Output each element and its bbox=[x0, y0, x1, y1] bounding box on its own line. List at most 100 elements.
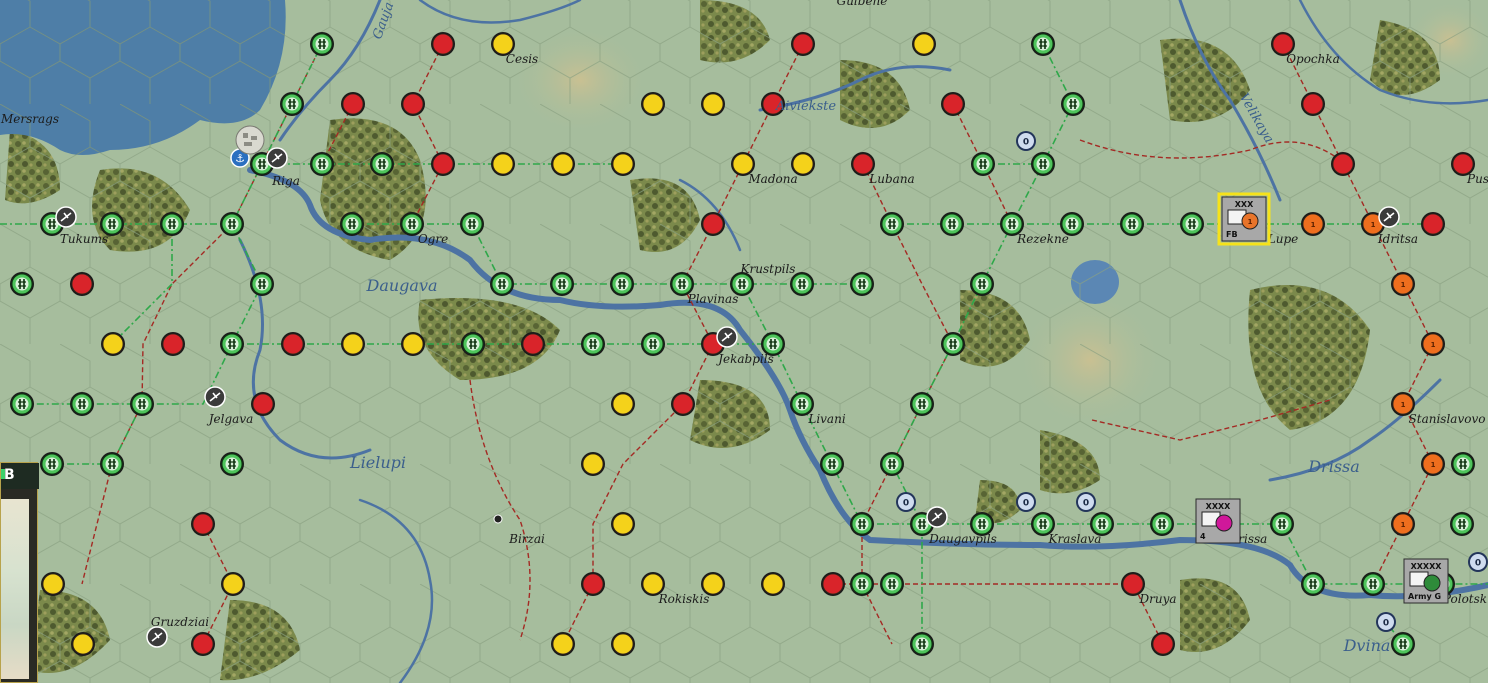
airfield-icon[interactable] bbox=[204, 386, 226, 408]
yellow-city-marker[interactable] bbox=[581, 452, 605, 476]
red-city-marker[interactable] bbox=[281, 332, 305, 356]
rail-station-icon[interactable] bbox=[70, 392, 94, 416]
red-city-marker[interactable] bbox=[191, 512, 215, 536]
red-city-marker[interactable] bbox=[821, 572, 845, 596]
rail-station-icon[interactable] bbox=[880, 212, 904, 236]
airfield-icon[interactable] bbox=[1378, 206, 1400, 228]
red-city-marker[interactable] bbox=[581, 572, 605, 596]
rail-station-icon[interactable] bbox=[940, 212, 964, 236]
yellow-city-marker[interactable] bbox=[912, 32, 936, 56]
yellow-city-marker[interactable] bbox=[101, 332, 125, 356]
supply-count-marker[interactable]: 0 bbox=[1376, 612, 1396, 632]
yellow-city-marker[interactable] bbox=[611, 152, 635, 176]
rail-station-icon[interactable] bbox=[1031, 152, 1055, 176]
rail-station-icon[interactable] bbox=[1061, 92, 1085, 116]
rail-station-icon[interactable] bbox=[460, 212, 484, 236]
supply-count-marker[interactable]: 0 bbox=[896, 492, 916, 512]
hex-map[interactable]: 1 1 1 1 1 1 1 0 0 0 0 0 0 ⚓ Gulbene Cesis Opochka Mers… bbox=[0, 0, 1488, 683]
rail-station-icon[interactable] bbox=[310, 32, 334, 56]
rail-station-icon[interactable] bbox=[971, 152, 995, 176]
rail-station-icon[interactable] bbox=[280, 92, 304, 116]
minimap-view[interactable] bbox=[1, 499, 29, 679]
supply-count-marker[interactable]: 0 bbox=[1016, 131, 1036, 151]
yellow-city-marker[interactable] bbox=[551, 632, 575, 656]
rail-station-icon[interactable] bbox=[820, 452, 844, 476]
red-city-marker[interactable] bbox=[701, 212, 725, 236]
orange-city-marker[interactable]: 1 bbox=[1391, 512, 1415, 536]
red-city-marker[interactable] bbox=[1151, 632, 1175, 656]
red-city-marker[interactable] bbox=[341, 92, 365, 116]
yellow-city-marker[interactable] bbox=[611, 632, 635, 656]
rail-station-icon[interactable] bbox=[1270, 512, 1294, 536]
rail-station-icon[interactable] bbox=[850, 572, 874, 596]
rail-station-icon[interactable] bbox=[340, 212, 364, 236]
airfield-icon[interactable] bbox=[55, 206, 77, 228]
rail-station-icon[interactable] bbox=[40, 452, 64, 476]
orange-city-marker[interactable]: 1 bbox=[1421, 332, 1445, 356]
red-city-marker[interactable] bbox=[431, 32, 455, 56]
airfield-icon[interactable] bbox=[716, 326, 738, 348]
rail-station-icon[interactable] bbox=[850, 272, 874, 296]
rail-station-icon[interactable] bbox=[581, 332, 605, 356]
yellow-city-marker[interactable] bbox=[341, 332, 365, 356]
orange-city-marker[interactable]: 1 bbox=[1301, 212, 1325, 236]
rail-station-icon[interactable] bbox=[941, 332, 965, 356]
rail-station-icon[interactable] bbox=[370, 152, 394, 176]
red-city-marker[interactable] bbox=[671, 392, 695, 416]
red-city-marker[interactable] bbox=[431, 152, 455, 176]
rail-station-icon[interactable] bbox=[1451, 452, 1475, 476]
supply-count-marker[interactable]: 0 bbox=[1076, 492, 1096, 512]
rail-station-icon[interactable] bbox=[550, 272, 574, 296]
red-city-marker[interactable] bbox=[1421, 212, 1445, 236]
rail-station-icon[interactable] bbox=[461, 332, 485, 356]
yellow-city-marker[interactable] bbox=[701, 92, 725, 116]
unit-counter-army-front[interactable]: XXXXX Army G bbox=[1403, 558, 1449, 604]
rail-station-icon[interactable] bbox=[10, 272, 34, 296]
rail-station-icon[interactable] bbox=[250, 272, 274, 296]
red-city-marker[interactable] bbox=[251, 392, 275, 416]
rail-station-icon[interactable] bbox=[130, 392, 154, 416]
rail-station-icon[interactable] bbox=[10, 392, 34, 416]
yellow-city-marker[interactable] bbox=[401, 332, 425, 356]
supply-count-marker[interactable]: 0 bbox=[1016, 492, 1036, 512]
airfield-icon[interactable] bbox=[266, 147, 288, 169]
yellow-city-marker[interactable] bbox=[221, 572, 245, 596]
rail-station-icon[interactable] bbox=[850, 512, 874, 536]
supply-count-marker[interactable]: 0 bbox=[1468, 552, 1488, 572]
orange-city-marker[interactable]: 1 bbox=[1421, 452, 1445, 476]
rail-station-icon[interactable] bbox=[310, 152, 334, 176]
unit-counter-army4[interactable]: XXXX 4 bbox=[1195, 498, 1241, 544]
rail-station-icon[interactable] bbox=[641, 332, 665, 356]
red-city-marker[interactable] bbox=[161, 332, 185, 356]
orange-city-marker[interactable]: 1 bbox=[1391, 272, 1415, 296]
rail-station-icon[interactable] bbox=[490, 272, 514, 296]
rail-station-icon[interactable] bbox=[1120, 212, 1144, 236]
yellow-city-marker[interactable] bbox=[551, 152, 575, 176]
rail-station-icon[interactable] bbox=[1391, 632, 1415, 656]
airfield-icon[interactable] bbox=[146, 626, 168, 648]
rail-station-icon[interactable] bbox=[100, 452, 124, 476]
red-city-marker[interactable] bbox=[521, 332, 545, 356]
rail-station-icon[interactable] bbox=[1031, 32, 1055, 56]
yellow-city-marker[interactable] bbox=[611, 512, 635, 536]
red-city-marker[interactable] bbox=[1301, 92, 1325, 116]
red-city-marker[interactable] bbox=[791, 32, 815, 56]
airfield-icon[interactable] bbox=[926, 506, 948, 528]
red-city-marker[interactable] bbox=[941, 92, 965, 116]
rail-station-icon[interactable] bbox=[1180, 212, 1204, 236]
red-city-marker[interactable] bbox=[191, 632, 215, 656]
rail-station-icon[interactable] bbox=[1450, 512, 1474, 536]
rail-station-icon[interactable] bbox=[610, 272, 634, 296]
yellow-city-marker[interactable] bbox=[611, 392, 635, 416]
yellow-city-marker[interactable] bbox=[71, 632, 95, 656]
rail-station-icon[interactable] bbox=[1361, 572, 1385, 596]
red-city-marker[interactable] bbox=[1331, 152, 1355, 176]
yellow-city-marker[interactable] bbox=[641, 92, 665, 116]
yellow-city-marker[interactable] bbox=[491, 152, 515, 176]
rail-station-icon[interactable] bbox=[220, 452, 244, 476]
rail-station-icon[interactable] bbox=[160, 212, 184, 236]
rail-station-icon[interactable] bbox=[220, 332, 244, 356]
rail-station-icon[interactable] bbox=[970, 272, 994, 296]
rail-station-icon[interactable] bbox=[910, 392, 934, 416]
yellow-city-marker[interactable] bbox=[761, 572, 785, 596]
